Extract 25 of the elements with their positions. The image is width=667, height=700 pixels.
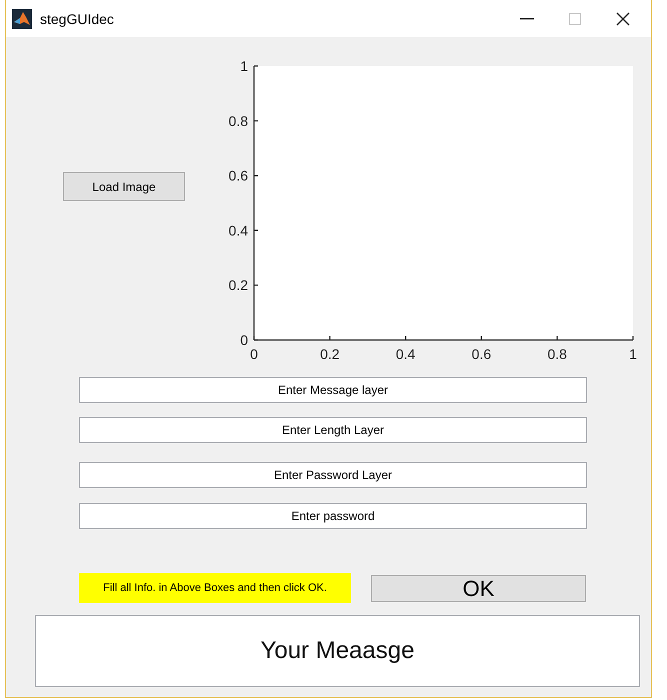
instruction-note: Fill all Info. in Above Boxes and then click OK. <box>79 573 351 603</box>
y-tick-label: 0.6 <box>228 168 248 184</box>
close-icon <box>616 12 630 26</box>
y-tick-label: 0.8 <box>228 112 248 129</box>
y-tick-label: 1 <box>240 58 248 74</box>
x-tick-label: 1 <box>629 346 637 362</box>
app-icon <box>12 8 32 28</box>
y-tick-label: 0.4 <box>228 222 248 238</box>
x-tick-label: 0.8 <box>547 346 567 362</box>
load-image-button[interactable]: Load Image <box>63 172 185 201</box>
input-field[interactable]: Enter Password Layer <box>79 462 587 488</box>
y-tick-label: 0 <box>240 332 248 348</box>
input-field[interactable]: Enter Message layer <box>79 377 587 403</box>
x-tick-label: 0.2 <box>320 346 340 362</box>
window-title: stegGUIdec <box>40 10 114 26</box>
minimize-icon <box>520 18 534 20</box>
x-tick-label: 0 <box>250 346 258 362</box>
input-field[interactable]: Enter password <box>79 503 587 529</box>
x-tick-label: 0.6 <box>472 346 492 362</box>
ok-button[interactable]: OK <box>371 575 586 602</box>
input-field[interactable]: Enter Length Layer <box>79 417 587 443</box>
maximize-icon <box>569 12 581 24</box>
x-tick-label: 0.4 <box>396 346 416 362</box>
y-tick-label: 0.2 <box>228 277 248 294</box>
message-text: Your Meaasge <box>260 637 414 665</box>
